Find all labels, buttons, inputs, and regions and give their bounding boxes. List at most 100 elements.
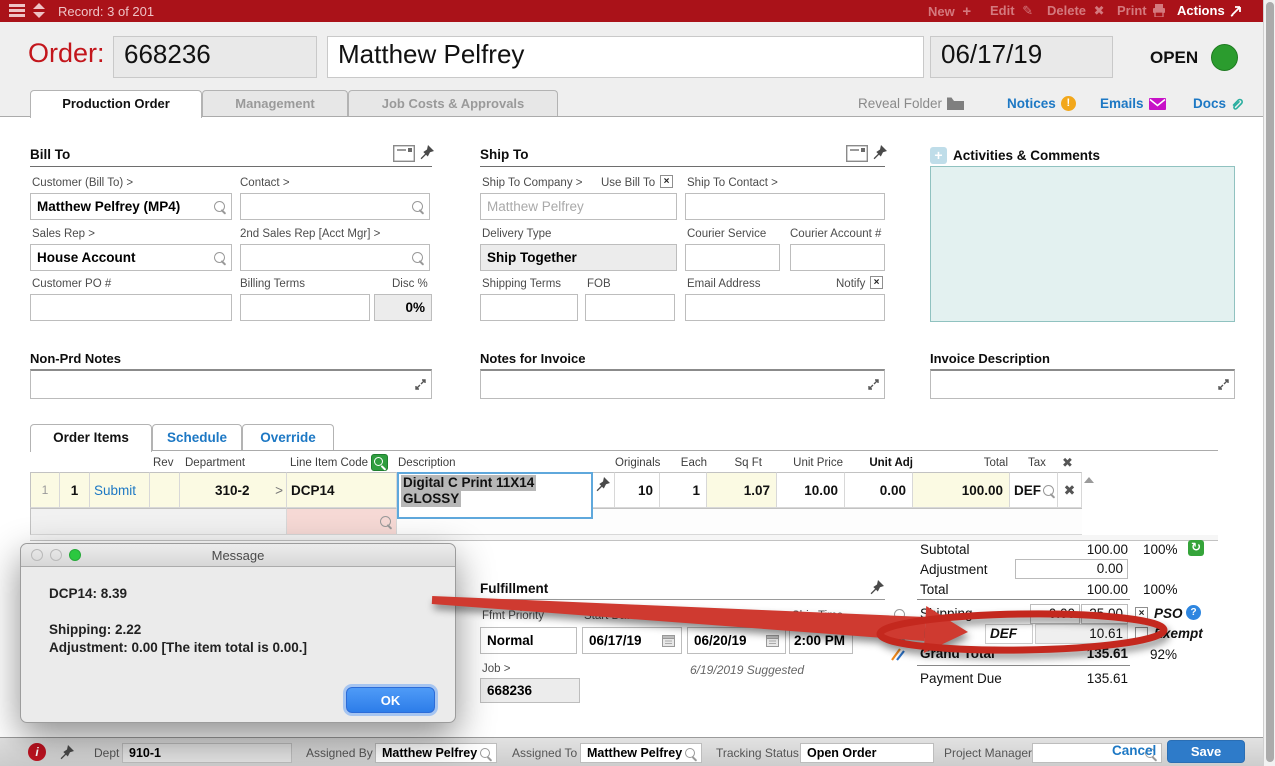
items-scroll-up[interactable] bbox=[1084, 477, 1094, 483]
courier-account-field[interactable] bbox=[790, 244, 885, 271]
shipping-help-icon[interactable]: ? bbox=[1186, 605, 1201, 620]
add-activity-button[interactable]: + bbox=[930, 147, 947, 164]
vertical-scrollbar[interactable] bbox=[1263, 0, 1275, 766]
footer-pin-icon[interactable] bbox=[60, 745, 74, 760]
start-date-field[interactable]: 06/17/19 bbox=[582, 627, 682, 654]
shipping-checkbox[interactable]: × bbox=[1135, 607, 1148, 620]
tax-checkbox[interactable] bbox=[1135, 627, 1148, 640]
shipping-charge-field[interactable]: 25.00 bbox=[1081, 604, 1128, 624]
bill-to-card-icon[interactable] bbox=[393, 145, 415, 162]
record-sort-arrows-icon[interactable] bbox=[33, 3, 45, 18]
calendar-icon[interactable] bbox=[662, 634, 675, 647]
shipping-cost-field[interactable]: 0.00 bbox=[1030, 604, 1080, 624]
ship-to-card-icon[interactable] bbox=[846, 145, 868, 162]
search-icon[interactable] bbox=[380, 516, 391, 527]
tab-order-items[interactable]: Order Items bbox=[30, 424, 152, 452]
ship-date-field[interactable]: 06/20/19 bbox=[687, 627, 786, 654]
disc-pct-field[interactable]: 0% bbox=[374, 294, 432, 321]
rev-cell[interactable] bbox=[150, 472, 180, 508]
department-drill-caret[interactable]: > bbox=[275, 483, 286, 498]
sales-rep-field[interactable]: House Account bbox=[30, 244, 232, 271]
description-cell[interactable]: Digital C Print 11X14 GLOSSY bbox=[397, 472, 593, 519]
non-prd-notes-box[interactable] bbox=[30, 369, 432, 399]
job-field[interactable]: 668236 bbox=[480, 678, 580, 703]
email-address-field[interactable] bbox=[685, 294, 885, 321]
tax-value-field[interactable]: 10.61 bbox=[1035, 624, 1128, 644]
tab-production-order[interactable]: Production Order bbox=[30, 90, 202, 118]
sqft-cell[interactable]: 1.07 bbox=[707, 472, 777, 508]
assigned-by-field[interactable]: Matthew Pelfrey bbox=[375, 743, 497, 763]
contact-field[interactable] bbox=[240, 193, 430, 220]
tab-management[interactable]: Management bbox=[202, 90, 348, 117]
scrollbar-thumb[interactable] bbox=[1265, 2, 1274, 762]
search-icon[interactable] bbox=[214, 252, 225, 263]
dept-field[interactable]: 910-1 bbox=[122, 743, 292, 763]
search-icon[interactable] bbox=[480, 748, 490, 758]
item-search-button[interactable] bbox=[371, 454, 388, 471]
adjustment-field[interactable]: 0.00 bbox=[1015, 559, 1128, 579]
search-icon[interactable] bbox=[412, 252, 423, 263]
originals-cell[interactable]: 10 bbox=[615, 472, 660, 508]
tax-cell[interactable]: DEF bbox=[1010, 472, 1058, 508]
line-item-code-cell[interactable]: DCP14 bbox=[287, 472, 397, 508]
description-pin-icon[interactable] bbox=[596, 477, 610, 492]
fob-field[interactable] bbox=[585, 294, 675, 321]
tab-job-costs[interactable]: Job Costs & Approvals bbox=[348, 90, 558, 117]
expand-icon[interactable] bbox=[867, 378, 880, 391]
notes-for-invoice-box[interactable] bbox=[480, 369, 885, 399]
expand-icon[interactable] bbox=[414, 378, 427, 391]
ship-to-pin-icon[interactable] bbox=[873, 145, 887, 160]
tab-override[interactable]: Override bbox=[242, 424, 334, 451]
search-icon[interactable] bbox=[412, 201, 423, 212]
tax-calc-icon[interactable] bbox=[891, 647, 906, 662]
invoice-description-box[interactable] bbox=[930, 369, 1235, 399]
billing-terms-field[interactable] bbox=[240, 294, 370, 321]
expand-icon[interactable] bbox=[1217, 378, 1230, 391]
order-number-field[interactable]: 668236 bbox=[113, 36, 317, 78]
use-bill-to-checkbox[interactable]: × bbox=[660, 175, 673, 188]
calendar-icon[interactable] bbox=[766, 634, 779, 647]
submit-cell[interactable]: Submit bbox=[90, 472, 150, 508]
search-icon[interactable] bbox=[894, 629, 905, 640]
emails-link[interactable]: Emails bbox=[1100, 96, 1166, 111]
ship-to-contact-field[interactable] bbox=[685, 193, 885, 220]
ffmt-priority-field[interactable]: Normal bbox=[480, 627, 577, 654]
menu-edit[interactable]: Edit ✎ bbox=[990, 3, 1033, 19]
new-item-code-cell[interactable] bbox=[287, 508, 397, 535]
courier-service-field[interactable] bbox=[685, 244, 780, 271]
each-cell[interactable]: 1 bbox=[660, 472, 707, 508]
activities-box[interactable] bbox=[930, 166, 1235, 322]
tax-code-field[interactable]: DEF bbox=[985, 624, 1033, 644]
menu-print[interactable]: Print bbox=[1117, 3, 1166, 18]
notices-link[interactable]: Notices ! bbox=[1007, 96, 1076, 111]
total-cell[interactable]: 100.00 bbox=[913, 472, 1010, 508]
search-icon[interactable] bbox=[1043, 484, 1054, 496]
save-button[interactable]: Save bbox=[1167, 740, 1245, 763]
order-date-field[interactable]: 06/17/19 bbox=[930, 36, 1113, 78]
refresh-totals-button[interactable]: ↻ bbox=[1188, 540, 1204, 556]
menu-new[interactable]: New + bbox=[928, 3, 971, 20]
ok-button[interactable]: OK bbox=[346, 687, 435, 713]
delivery-type-field[interactable]: Ship Together bbox=[480, 244, 677, 271]
row-delete-cell[interactable]: ✖ bbox=[1058, 472, 1082, 508]
dialog-titlebar[interactable]: Message bbox=[21, 544, 455, 567]
menu-delete[interactable]: Delete ✖ bbox=[1047, 3, 1105, 19]
bill-to-pin-icon[interactable] bbox=[420, 145, 434, 160]
tab-schedule[interactable]: Schedule bbox=[152, 424, 242, 451]
unit-adj-cell[interactable]: 0.00 bbox=[845, 472, 913, 508]
info-icon[interactable]: i bbox=[28, 743, 46, 761]
tracking-status-field[interactable]: Open Order bbox=[800, 743, 934, 763]
department-cell[interactable]: 310-2 > bbox=[180, 472, 287, 508]
ship-to-company-field[interactable]: Matthew Pelfrey bbox=[480, 193, 677, 220]
submit-link[interactable]: Submit bbox=[94, 483, 136, 498]
menu-actions[interactable]: Actions bbox=[1177, 3, 1243, 18]
cancel-link[interactable]: Cancel bbox=[1112, 743, 1156, 758]
search-icon[interactable] bbox=[214, 201, 225, 212]
search-icon[interactable] bbox=[685, 748, 695, 758]
shipping-terms-field[interactable] bbox=[480, 294, 578, 321]
customer-po-field[interactable] bbox=[30, 294, 232, 321]
customer-bill-to-field[interactable]: Matthew Pelfrey (MP4) bbox=[30, 193, 232, 220]
assigned-to-field[interactable]: Matthew Pelfrey bbox=[580, 743, 702, 763]
row-delete-icon[interactable]: ✖ bbox=[1064, 482, 1076, 499]
search-icon[interactable] bbox=[894, 609, 905, 620]
